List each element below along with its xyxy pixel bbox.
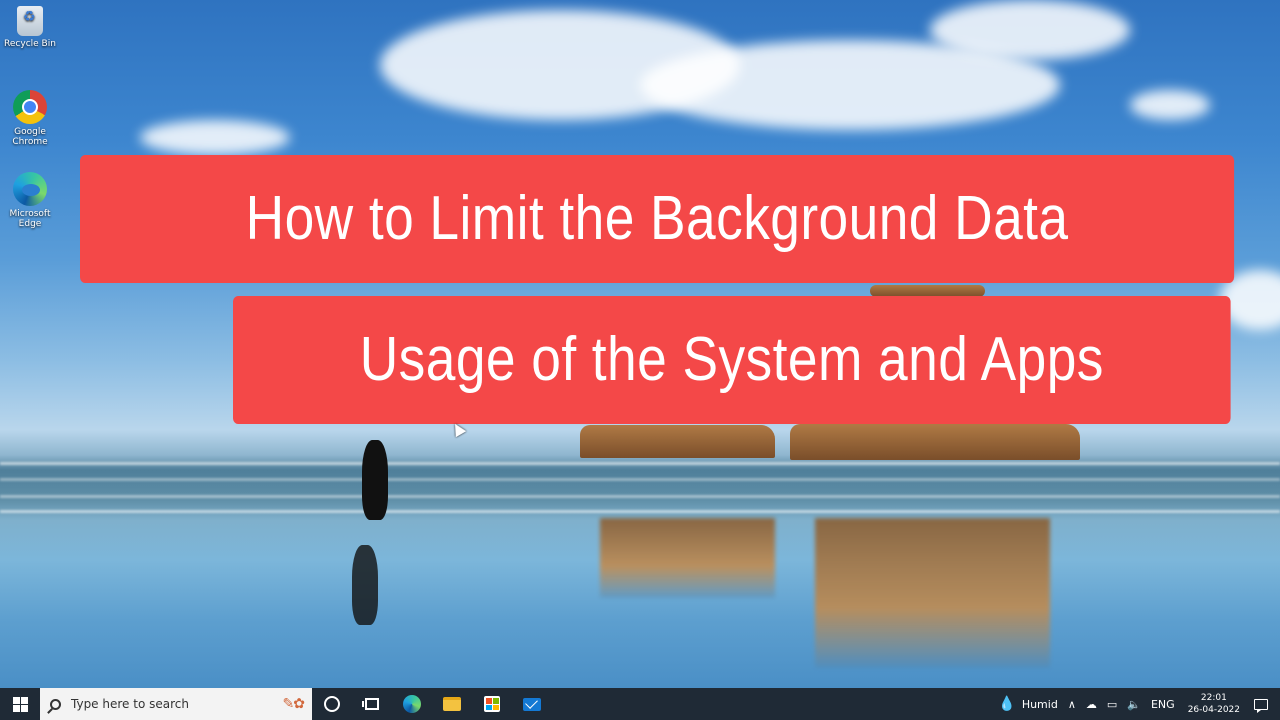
search-icon (50, 698, 61, 710)
task-view-button[interactable] (352, 688, 392, 720)
cloud (1130, 90, 1210, 120)
store-icon (484, 696, 500, 712)
desktop-icon-google-chrome[interactable]: Google Chrome (4, 90, 56, 147)
system-tray: 💧 Humid ∧ ☁ ▭ 🔈 ENG 22:01 26-04-2022 (993, 688, 1280, 720)
title-line-2: Usage of the System and Apps (359, 325, 1104, 394)
clock-time: 22:01 (1200, 693, 1227, 703)
clock[interactable]: 22:01 26-04-2022 (1188, 692, 1240, 716)
onedrive-icon[interactable]: ☁ (1086, 698, 1097, 711)
title-banner-line-1: How to Limit the Background Data (80, 155, 1235, 283)
desktop-icon-label: Recycle Bin (4, 39, 56, 49)
windows-logo-icon (12, 696, 28, 712)
language-indicator[interactable]: ENG (1151, 698, 1175, 711)
cortana-icon (324, 696, 340, 712)
weather-label: Humid (1021, 697, 1058, 711)
clock-date: 26-04-2022 (1187, 705, 1240, 715)
chevron-up-icon[interactable]: ∧ (1068, 698, 1076, 711)
taskbar: Type here to search ✎✿ 💧 Humid ∧ ☁ ▭ 🔈 E… (0, 688, 1280, 720)
start-button[interactable] (0, 688, 40, 720)
taskbar-search-box[interactable]: Type here to search ✎✿ (40, 688, 312, 720)
recycle-bin-icon (17, 6, 43, 36)
rock-formation (790, 424, 1080, 460)
edge-icon (403, 695, 421, 713)
runner-reflection (352, 545, 378, 625)
cloud (140, 120, 290, 155)
edge-icon (13, 172, 47, 206)
desktop-icon-recycle-bin[interactable]: Recycle Bin (4, 6, 56, 49)
desktop-icon-label: Microsoft Edge (9, 209, 51, 229)
rock-reflection (600, 518, 775, 598)
mail-icon (523, 697, 541, 711)
title-line-1: How to Limit the Background Data (245, 184, 1069, 253)
wave (0, 462, 1280, 465)
notification-center-icon[interactable] (1254, 698, 1268, 713)
wave (0, 495, 1280, 498)
cortana-button[interactable] (312, 688, 352, 720)
weather-widget[interactable]: 💧 Humid (998, 696, 1057, 712)
file-explorer-icon (443, 697, 461, 711)
humidity-icon: 💧 (998, 696, 1016, 712)
network-icon[interactable]: ▭ (1107, 698, 1117, 711)
taskbar-store-button[interactable] (472, 688, 512, 720)
chrome-icon (13, 90, 47, 124)
title-banner-line-2: Usage of the System and Apps (233, 296, 1231, 424)
search-placeholder: Type here to search (71, 697, 189, 711)
runner-silhouette (362, 440, 388, 520)
desktop-icon-label: Google Chrome (12, 127, 48, 147)
search-highlight-icon: ✎✿ (282, 696, 305, 712)
volume-icon[interactable]: 🔈 (1127, 698, 1141, 711)
wave (0, 478, 1280, 481)
desktop-icon-microsoft-edge[interactable]: Microsoft Edge (4, 172, 56, 229)
taskbar-file-explorer-button[interactable] (432, 688, 472, 720)
task-view-icon (362, 698, 379, 710)
rock-formation (580, 425, 775, 458)
taskbar-mail-button[interactable] (512, 688, 552, 720)
taskbar-edge-button[interactable] (392, 688, 432, 720)
wave (0, 510, 1280, 513)
rock-reflection (815, 518, 1050, 668)
cloud (930, 0, 1130, 60)
